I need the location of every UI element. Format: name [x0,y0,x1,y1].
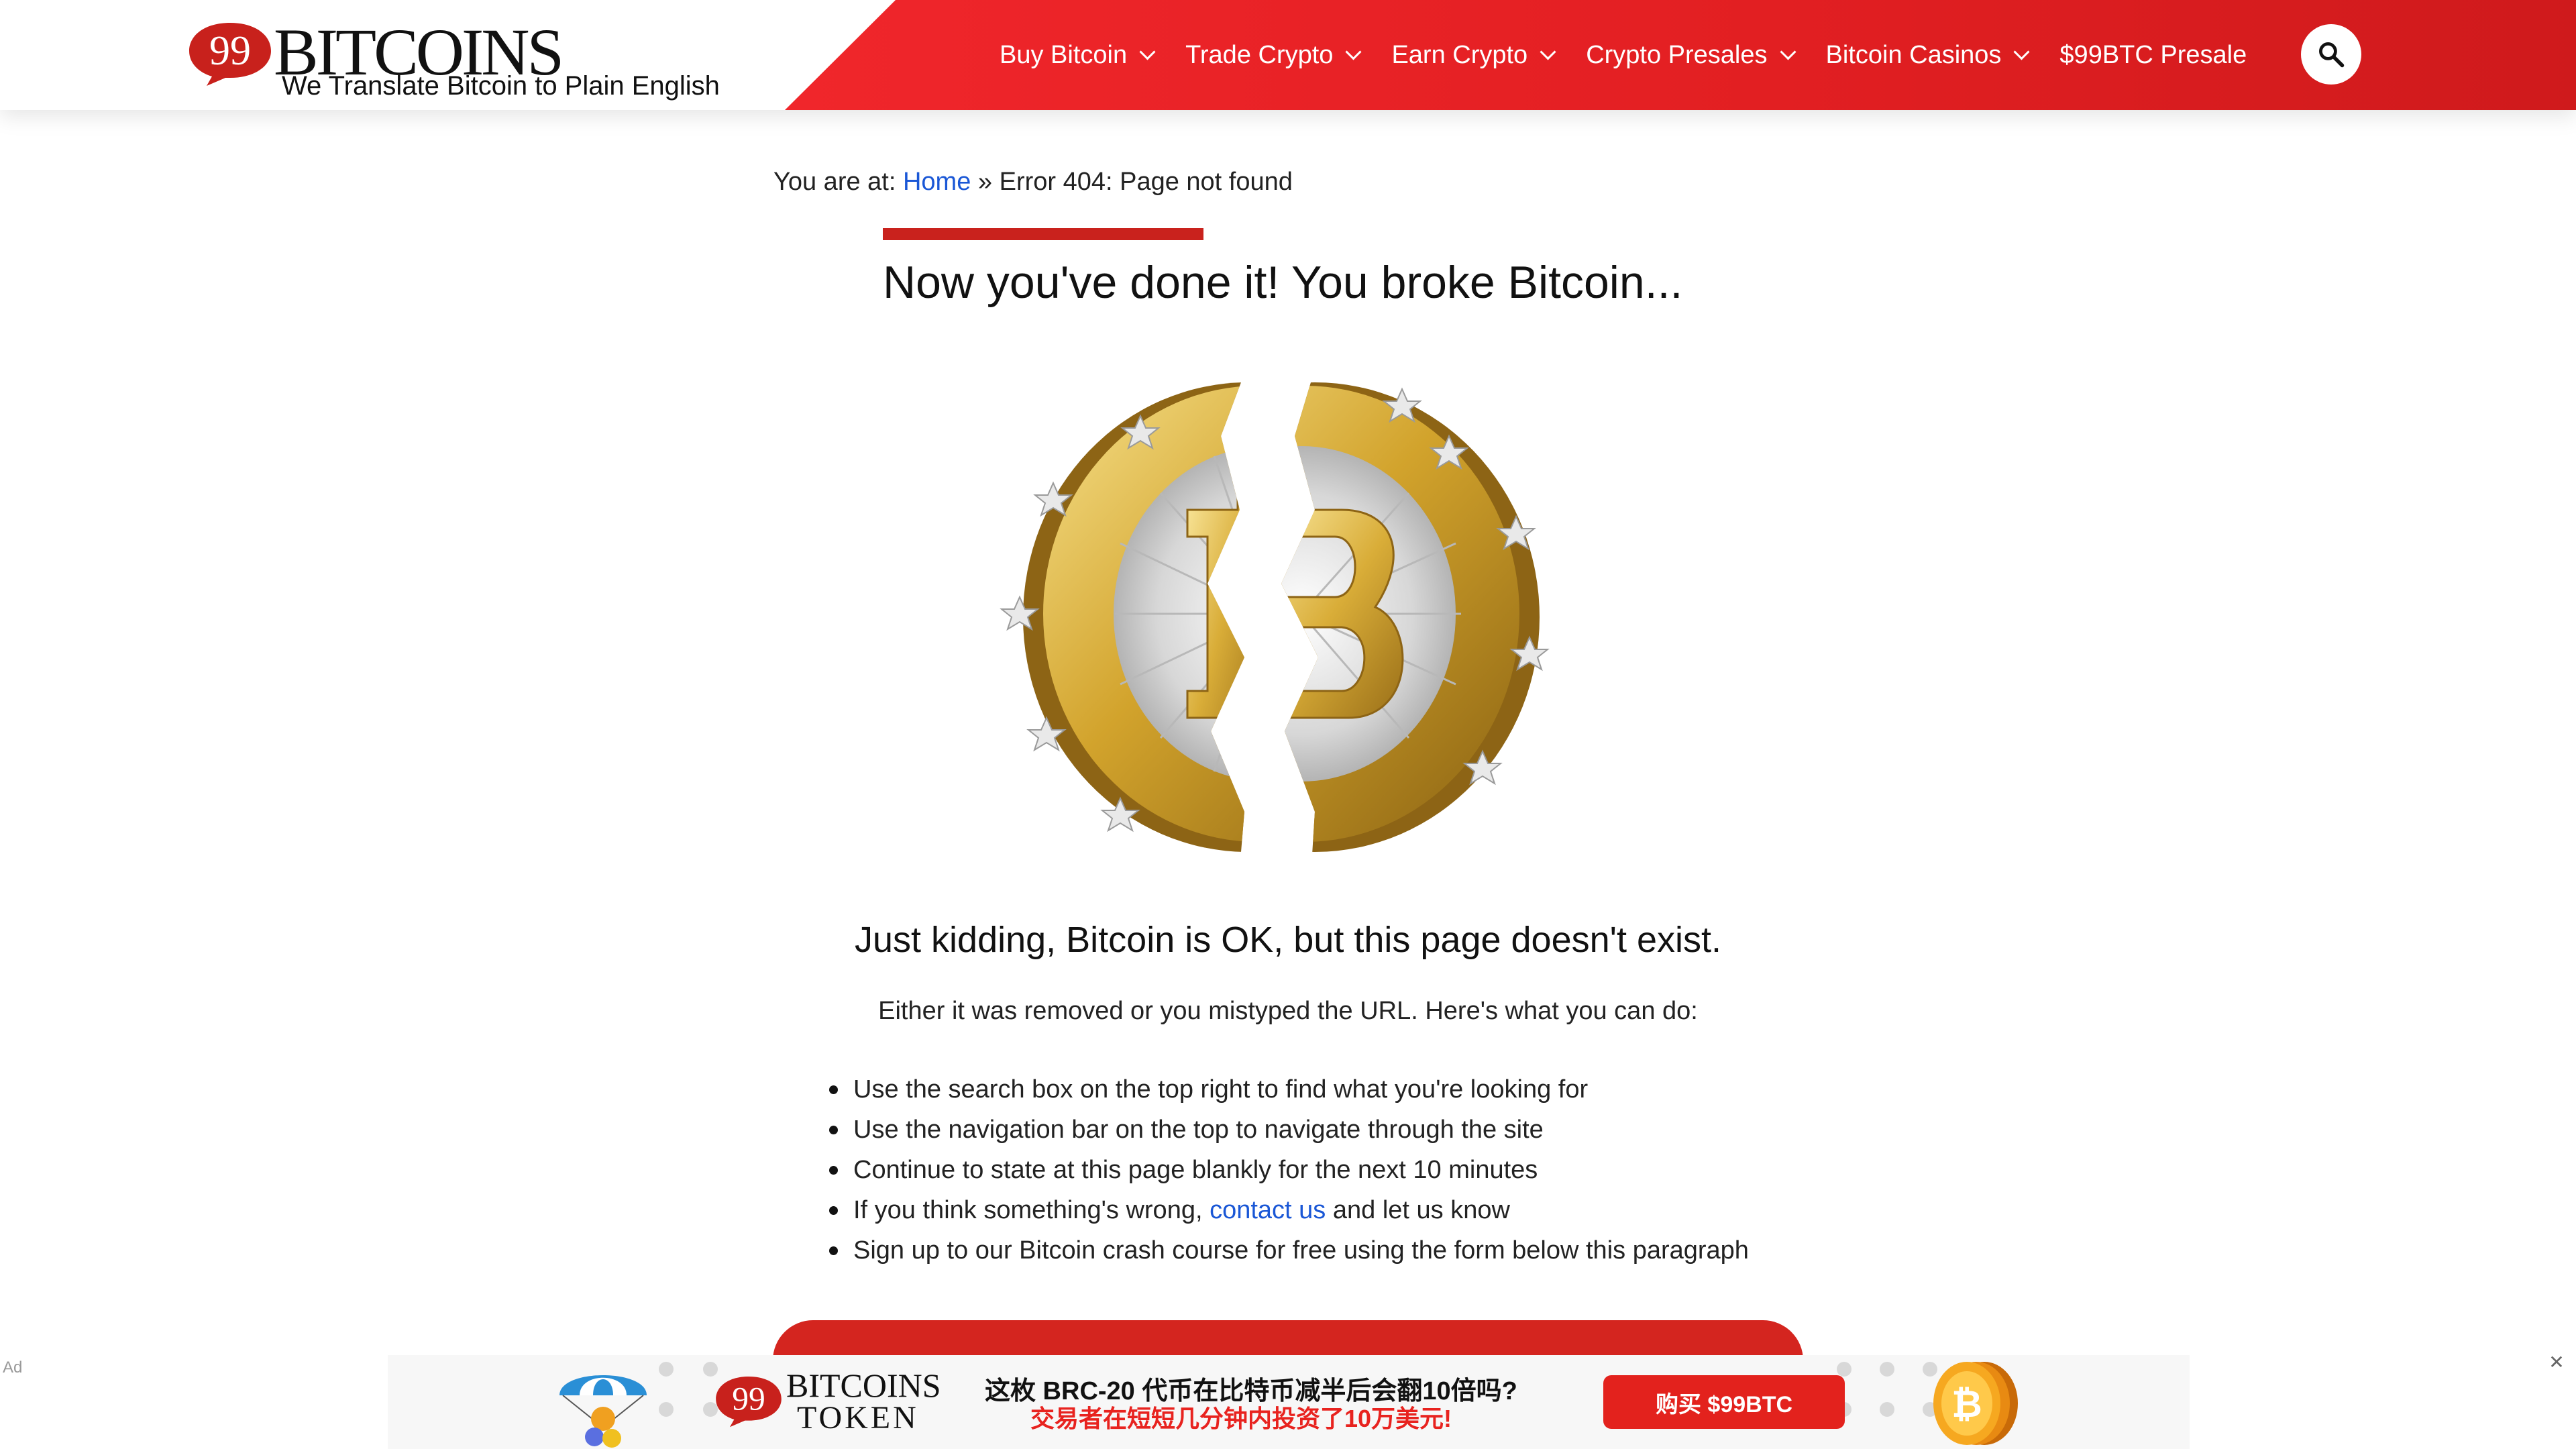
chevron-down-icon [1139,43,1156,60]
chevron-down-icon [1345,43,1362,60]
site-logo[interactable]: 99 BITCOINS We Translate Bitcoin to Plai… [186,17,723,105]
list-item: Use the navigation bar on the top to nav… [826,1110,1749,1150]
title-accent-bar [883,228,1203,240]
list-item: Continue to state at this page blankly f… [826,1150,1749,1190]
ad-banner[interactable]: 99 BITCOINS TOKEN 这枚 BRC-20 代币在比特币减半后会翻1… [388,1355,2190,1449]
ad-label: Ad [3,1358,23,1377]
site-header: 99 BITCOINS We Translate Bitcoin to Plai… [0,0,2576,110]
chevron-down-icon [1540,43,1556,60]
logo-tagline: We Translate Bitcoin to Plain English [282,71,720,101]
ad-logo-number: 99 [732,1381,765,1417]
breadcrumb-separator: » [971,168,1000,196]
list-item: Use the search box on the top right to f… [826,1069,1749,1110]
chevron-down-icon [1779,43,1796,60]
ad-logo: 99 BITCOINS TOKEN [714,1366,962,1436]
contact-us-link[interactable]: contact us [1210,1196,1326,1224]
parachute-coins-icon [559,1375,647,1448]
tip-text: and let us know [1326,1196,1510,1224]
search-icon [2319,42,2345,68]
nav-item-trade-crypto[interactable]: Trade Crypto [1185,40,1362,70]
nav-item-earn-crypto[interactable]: Earn Crypto [1391,40,1556,70]
list-item: If you think something's wrong, contact … [826,1190,1749,1230]
logo-speech-bubble-icon: 99 [189,23,271,86]
nav-label: Trade Crypto [1185,40,1334,69]
list-item: Sign up to our Bitcoin crash course for … [826,1230,1749,1271]
breadcrumb-current: Error 404: Page not found [999,168,1293,196]
broken-bitcoin-image [939,342,1637,879]
ad-buy-button[interactable]: 购买 $99BTC [1603,1375,1845,1429]
nav-item-99btc-presale[interactable]: $99BTC Presale [2059,41,2247,70]
nav-label: Earn Crypto [1391,40,1528,69]
nav-label: Crypto Presales [1586,40,1768,69]
page-title: Now you've done it! You broke Bitcoin... [883,257,1683,308]
nav-item-crypto-presales[interactable]: Crypto Presales [1586,40,1796,70]
logo-number: 99 [209,28,251,74]
breadcrumb-prefix: You are at: [773,168,903,196]
tip-text: If you think something's wrong, [853,1196,1210,1224]
svg-text:₿: ₿ [1951,1383,1982,1425]
chevron-down-icon [2013,43,2030,60]
close-icon[interactable]: ✕ [2548,1353,2565,1372]
nav-label: Bitcoin Casinos [1825,40,2002,69]
bitcoin-coin-stack-icon: ₿ [1933,1362,2018,1445]
nav-label: $99BTC Presale [2059,40,2247,69]
help-tips-list: Use the search box on the top right to f… [826,1069,1749,1271]
nav-item-buy-bitcoin[interactable]: Buy Bitcoin [1000,40,1156,70]
nav-label: Buy Bitcoin [1000,40,1128,69]
error-lead-text: Either it was removed or you mistyped th… [878,997,1698,1025]
search-button[interactable] [2301,24,2361,85]
ad-logo-bubble-icon: 99 [716,1377,782,1428]
breadcrumb-home-link[interactable]: Home [903,168,971,196]
error-subheading: Just kidding, Bitcoin is OK, but this pa… [855,920,1721,960]
nav-item-bitcoin-casinos[interactable]: Bitcoin Casinos [1825,40,2030,70]
ad-logo-token: TOKEN [797,1400,919,1436]
ad-subline: 交易者在短短几分钟内投资了10万美元! [1030,1405,1452,1432]
breadcrumb: You are at: Home » Error 404: Page not f… [773,168,1293,197]
main-nav: Buy Bitcoin Trade Crypto Earn Crypto Cry… [1000,0,2279,110]
